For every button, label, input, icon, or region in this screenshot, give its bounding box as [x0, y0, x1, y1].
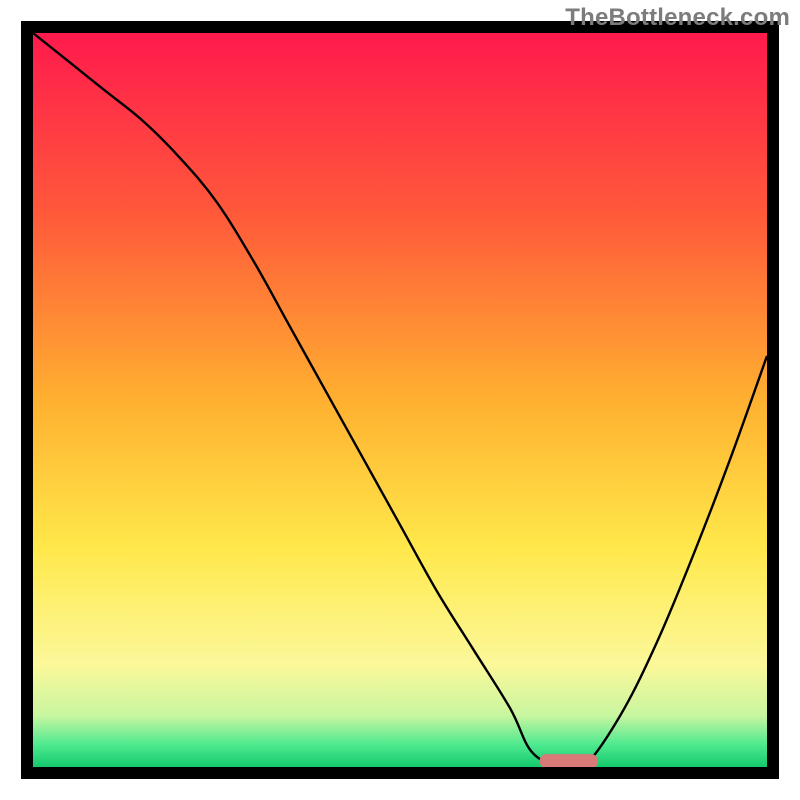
- watermark-text: TheBottleneck.com: [565, 4, 790, 32]
- highlight-marker: [539, 754, 598, 768]
- bottleneck-chart: [0, 0, 800, 800]
- gradient-background: [33, 33, 767, 767]
- chart-container: TheBottleneck.com: [0, 0, 800, 800]
